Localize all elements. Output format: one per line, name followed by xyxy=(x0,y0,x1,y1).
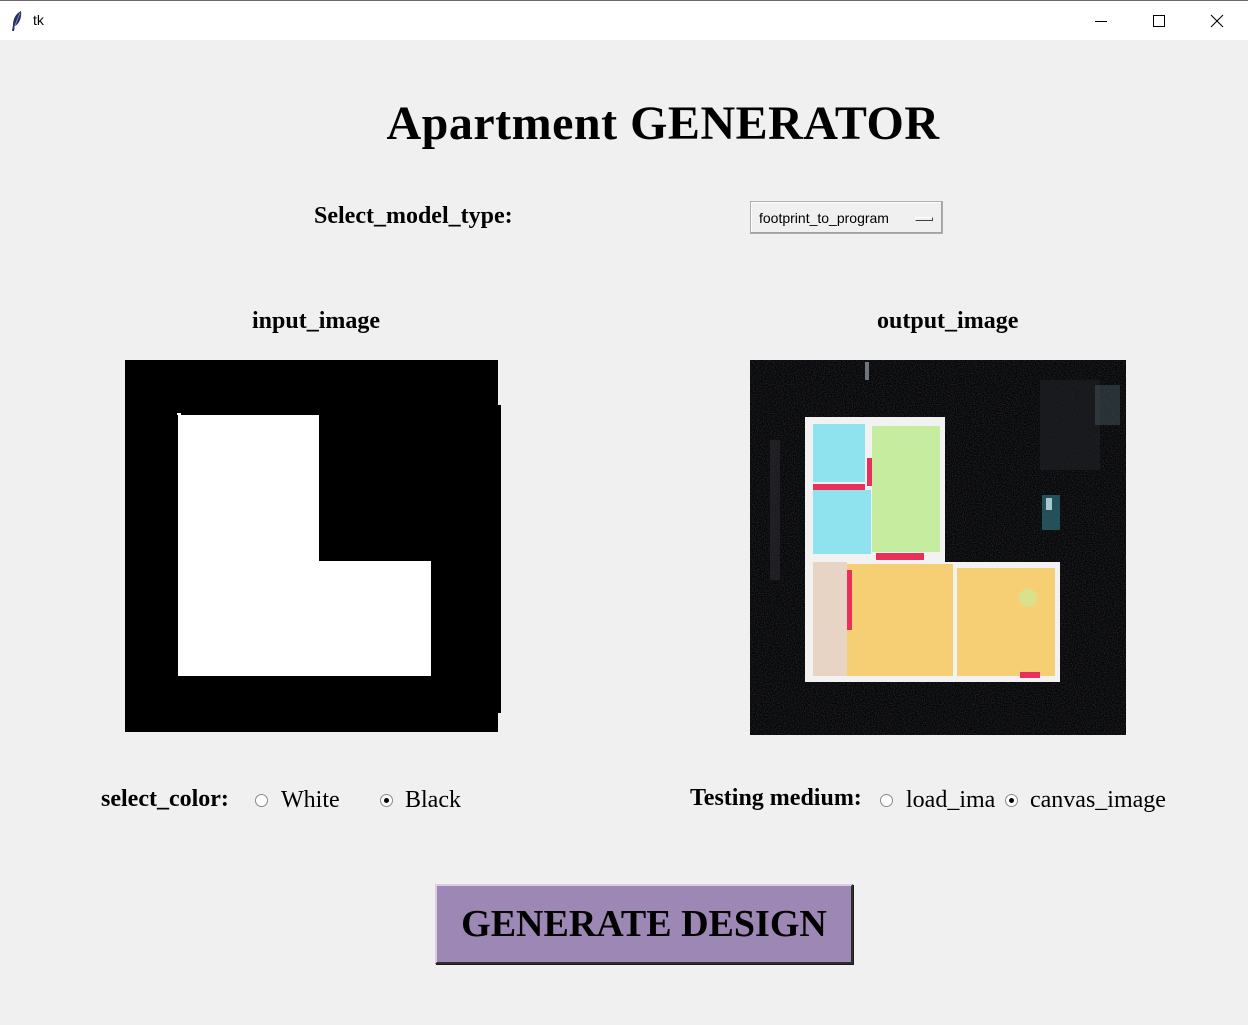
output-image-label: output_image xyxy=(877,308,1019,334)
window-title: tk xyxy=(33,12,44,28)
minimize-button[interactable] xyxy=(1072,1,1130,41)
dropdown-indicator-icon xyxy=(915,217,933,221)
radio-white-label[interactable]: White xyxy=(281,787,340,814)
feather-icon xyxy=(12,11,22,31)
input-image-canvas[interactable] xyxy=(125,360,501,732)
model-type-value: footprint_to_program xyxy=(759,210,889,226)
minimize-icon xyxy=(1095,21,1107,22)
radio-load-image-label[interactable]: load_ima xyxy=(906,787,995,814)
radio-black-label[interactable]: Black xyxy=(405,787,461,814)
radio-load-image[interactable] xyxy=(880,794,893,807)
radio-white[interactable] xyxy=(255,794,268,807)
radio-canvas-image[interactable] xyxy=(1005,794,1018,807)
model-type-label: Select_model_type: xyxy=(314,203,513,229)
radio-black[interactable] xyxy=(380,794,393,807)
input-image-label: input_image xyxy=(252,308,381,334)
select-color-label: select_color: xyxy=(101,786,229,812)
maximize-icon xyxy=(1153,15,1165,27)
close-button[interactable] xyxy=(1188,1,1246,41)
generate-design-button[interactable]: GENERATE DESIGN xyxy=(435,884,853,964)
model-type-dropdown[interactable]: footprint_to_program xyxy=(750,201,943,234)
app-title: Apartment GENERATOR xyxy=(386,97,940,150)
radio-canvas-image-label[interactable]: canvas_image xyxy=(1030,787,1166,814)
output-image-canvas xyxy=(750,360,1126,735)
generated-floorplan-image xyxy=(750,360,1126,735)
close-icon xyxy=(1210,14,1224,28)
maximize-button[interactable] xyxy=(1130,1,1188,41)
footprint-shape xyxy=(178,415,431,676)
window-titlebar: tk xyxy=(0,0,1248,40)
testing-medium-label: Testing medium: xyxy=(690,785,862,811)
